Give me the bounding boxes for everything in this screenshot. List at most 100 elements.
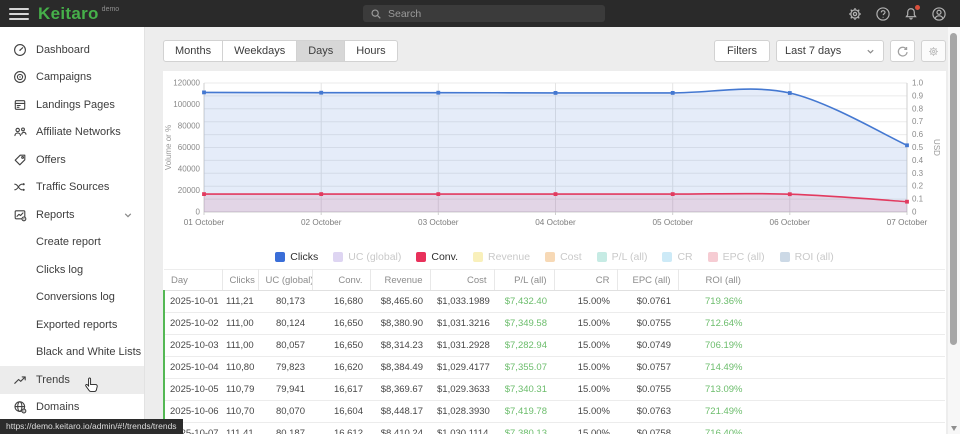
sidebar-item-label: Clicks log (36, 264, 83, 276)
sidebar-item-label: Trends (36, 374, 70, 386)
legend-label: ROI (all) (795, 251, 834, 263)
svg-text:60000: 60000 (178, 143, 201, 152)
sidebar-item-label: Offers (36, 154, 66, 166)
people-icon (13, 125, 27, 139)
cell-conv: 16,617 (312, 379, 370, 401)
cell-uc-global: 79,823 (258, 357, 312, 379)
svg-text:06 October: 06 October (770, 218, 811, 227)
svg-text:0.1: 0.1 (912, 195, 924, 204)
tab-months[interactable]: Months (163, 40, 223, 62)
sidebar-item-label: Black and White Lists (36, 346, 141, 358)
sidebar-item-label: Exported reports (36, 319, 117, 331)
account-icon[interactable] (931, 6, 947, 22)
legend-item-roi-all[interactable]: ROI (all) (780, 251, 834, 263)
refresh-button[interactable] (890, 40, 915, 62)
svg-text:USD: USD (932, 139, 941, 156)
legend-item-clicks[interactable]: Clicks (275, 251, 318, 263)
svg-text:03 October: 03 October (418, 218, 459, 227)
svg-text:80000: 80000 (178, 122, 201, 131)
sidebar-item-label: Campaigns (36, 71, 92, 83)
menu-icon[interactable] (9, 6, 29, 22)
cell-epc-all: $0.0749 (617, 335, 678, 357)
cell-cost: $1,031.3216 (430, 313, 494, 335)
cell-cr: 15.00% (554, 401, 617, 423)
sidebar-item-create-report[interactable]: Create report (0, 229, 144, 257)
svg-text:40000: 40000 (178, 165, 201, 174)
tab-days[interactable]: Days (297, 40, 345, 62)
legend-item-epc-all[interactable]: EPC (all) (708, 251, 765, 263)
table-row: 2025-10-04110,8079,82316,620$8,384.49$1,… (164, 357, 945, 379)
page-icon (13, 98, 27, 112)
search-input[interactable]: Search (363, 5, 605, 22)
sidebar-item-clicks-log[interactable]: Clicks log (0, 256, 144, 284)
cell-day: 2025-10-02 (164, 313, 222, 335)
table-row: 2025-10-02111,0080,12416,650$8,380.90$1,… (164, 313, 945, 335)
legend-item-uc-global[interactable]: UC (global) (333, 251, 401, 263)
date-range-select[interactable]: Last 7 days (776, 40, 884, 62)
cell-p-l-all: $7,419.78 (494, 401, 554, 423)
sidebar-item-reports[interactable]: Reports (0, 201, 144, 229)
filters-button[interactable]: Filters (714, 40, 770, 62)
cell-clicks: 111,00 (222, 313, 258, 335)
svg-text:0.9: 0.9 (912, 91, 924, 100)
sidebar-item-domains[interactable]: Domains (0, 394, 144, 422)
cell-uc-global: 80,173 (258, 291, 312, 313)
cell-revenue: $8,380.90 (370, 313, 430, 335)
chart-legend: Clicks UC (global) Conv. Revenue Cost P/L (al… (163, 247, 946, 266)
scrollbar-down-arrow[interactable] (951, 426, 957, 431)
svg-text:0.4: 0.4 (912, 156, 924, 165)
scrollbar-thumb[interactable] (950, 33, 957, 345)
sidebar-item-exported-reports[interactable]: Exported reports (0, 311, 144, 339)
sidebar-item-black-and-white-lists[interactable]: Black and White Lists (0, 339, 144, 367)
sidebar-item-campaigns[interactable]: Campaigns (0, 64, 144, 92)
sidebar-item-conversions-log[interactable]: Conversions log (0, 284, 144, 312)
legend-item-cost[interactable]: Cost (545, 251, 582, 263)
report-panel: 02000040000600008000010000012000000.10.2… (163, 71, 946, 434)
chart-settings-button[interactable] (921, 40, 946, 62)
sidebar-item-landings-pages[interactable]: Landings Pages (0, 91, 144, 119)
legend-item-conv[interactable]: Conv. (416, 251, 458, 263)
tab-weekdays[interactable]: Weekdays (223, 40, 297, 62)
legend-swatch (275, 252, 285, 262)
legend-label: Revenue (488, 251, 530, 263)
table-row: 2025-10-07111,4180,18716,612$8,410.24$1,… (164, 423, 945, 434)
cell-day: 2025-10-05 (164, 379, 222, 401)
cell-cost: $1,028.3930 (430, 401, 494, 423)
svg-text:120000: 120000 (173, 79, 200, 88)
legend-swatch (662, 252, 672, 262)
sidebar-item-affiliate-networks[interactable]: Affiliate Networks (0, 119, 144, 147)
topbar: Keitaro demo Search (0, 0, 960, 27)
table-row: 2025-10-01111,2180,17316,680$8,465.60$1,… (164, 291, 945, 313)
cell-clicks: 111,41 (222, 423, 258, 434)
sidebar-item-offers[interactable]: Offers (0, 146, 144, 174)
cell-cr: 15.00% (554, 357, 617, 379)
svg-text:100000: 100000 (173, 100, 200, 109)
cell-uc-global: 80,187 (258, 423, 312, 434)
sidebar-item-trends[interactable]: Trends (0, 366, 144, 394)
table-header-row: DayClicksUC (global)Conv.RevenueCostP/L … (164, 270, 945, 291)
help-icon[interactable] (875, 6, 891, 22)
cell-uc-global: 79,941 (258, 379, 312, 401)
cell-day: 2025-10-01 (164, 291, 222, 313)
legend-item-cr[interactable]: CR (662, 251, 692, 263)
sidebar-item-traffic-sources[interactable]: Traffic Sources (0, 174, 144, 202)
bell-icon[interactable] (903, 6, 919, 22)
column-header-cr: CR (554, 270, 617, 291)
svg-text:07 October: 07 October (887, 218, 928, 227)
cell-epc-all: $0.0761 (617, 291, 678, 313)
svg-text:02 October: 02 October (301, 218, 342, 227)
cell-clicks: 110,80 (222, 357, 258, 379)
sidebar-item-dashboard[interactable]: Dashboard (0, 36, 144, 64)
legend-item-p-l-all[interactable]: P/L (all) (597, 251, 648, 263)
main-content: MonthsWeekdaysDaysHours Filters Last 7 d… (145, 27, 960, 434)
legend-item-revenue[interactable]: Revenue (473, 251, 530, 263)
cell-conv: 16,650 (312, 313, 370, 335)
cell-p-l-all: $7,432.40 (494, 291, 554, 313)
legend-label: P/L (all) (612, 251, 648, 263)
gear-icon[interactable] (847, 6, 863, 22)
page-scrollbar[interactable] (948, 27, 960, 434)
tab-hours[interactable]: Hours (345, 40, 397, 62)
cell-revenue: $8,384.49 (370, 357, 430, 379)
brand-logo[interactable]: Keitaro (38, 5, 99, 22)
cell-clicks: 110,70 (222, 401, 258, 423)
